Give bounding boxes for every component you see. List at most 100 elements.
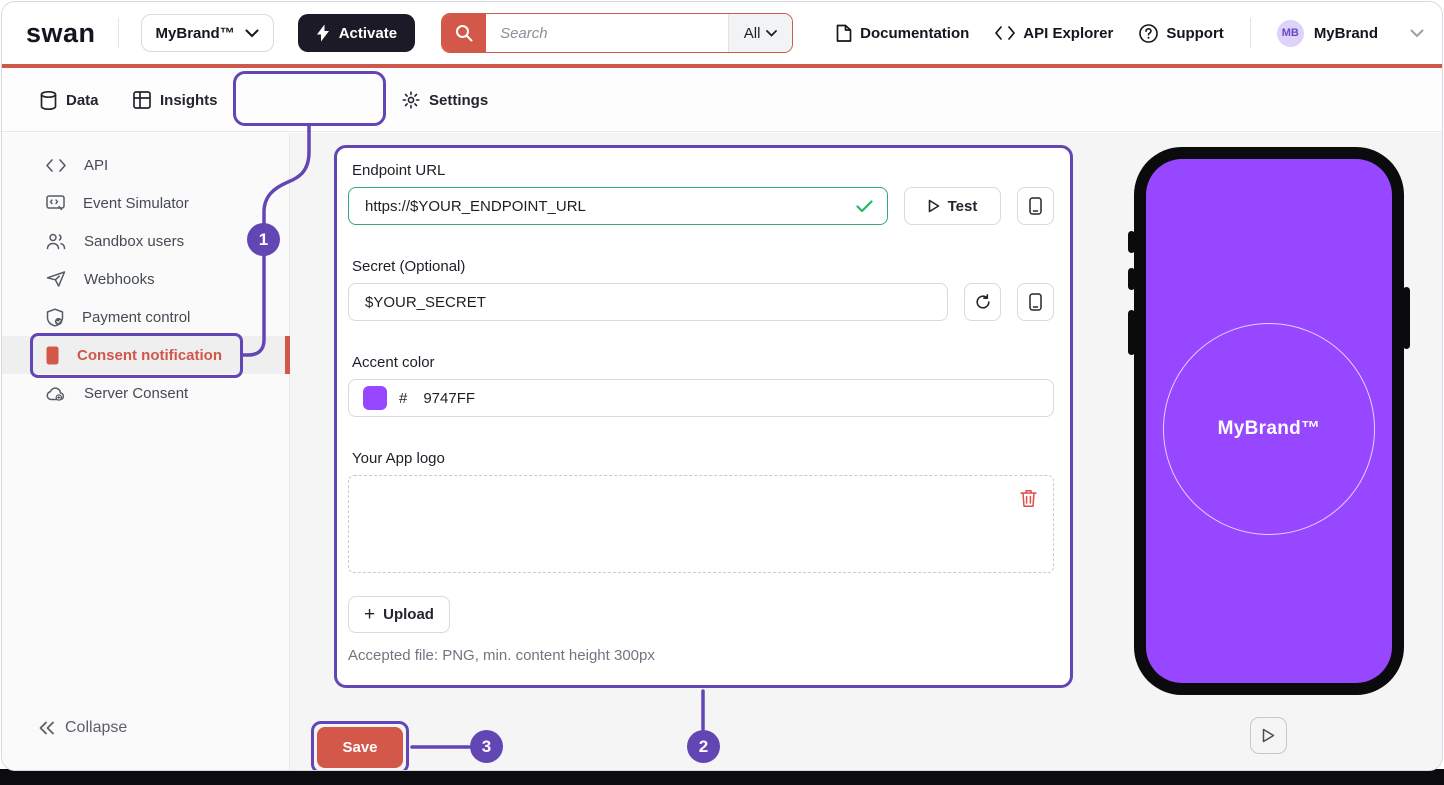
secret-field [348, 283, 948, 321]
api-explorer-link[interactable]: API Explorer [995, 25, 1113, 42]
header-divider [118, 18, 119, 48]
upload-logo-button[interactable]: + Upload [348, 596, 450, 633]
document-icon [836, 24, 852, 43]
preview-play-button[interactable] [1250, 717, 1287, 754]
endpoint-url-label: Endpoint URL [352, 162, 1054, 179]
sidebar-item-api[interactable]: API [2, 146, 290, 184]
header-divider [1250, 18, 1251, 48]
tab-data-label: Data [66, 92, 99, 109]
brand-selector[interactable]: MyBrand™ [141, 14, 274, 52]
help-icon [1139, 24, 1158, 43]
upload-button-label: Upload [383, 606, 434, 623]
documentation-link[interactable]: Documentation [836, 24, 969, 43]
collapse-label: Collapse [65, 719, 127, 737]
app-window: swan MyBrand™ Activate All [1, 1, 1443, 771]
collapse-sidebar-button[interactable]: Collapse [38, 719, 127, 737]
support-label: Support [1166, 25, 1224, 42]
cloud-icon [46, 386, 66, 401]
secret-input[interactable] [363, 293, 933, 312]
search-bar: All [441, 13, 793, 53]
sidebar-item-label: Consent notification [77, 347, 222, 364]
search-icon [455, 24, 473, 42]
consent-settings-panel: Endpoint URL Test [334, 145, 1073, 688]
play-icon [1262, 728, 1275, 743]
upload-hint: Accepted file: PNG, min. content height … [348, 647, 1054, 664]
search-filter-dropdown[interactable]: All [728, 14, 792, 52]
test-endpoint-button[interactable]: Test [904, 187, 1001, 225]
accent-color-input[interactable] [421, 389, 1039, 408]
app-logo-label: Your App logo [352, 450, 1054, 467]
copy-secret-button[interactable] [1017, 283, 1054, 321]
phone-side-button [1403, 287, 1410, 349]
double-chevron-left-icon [38, 721, 55, 735]
color-swatch[interactable] [363, 386, 387, 410]
phone-side-button [1128, 310, 1135, 355]
test-button-label: Test [948, 198, 978, 215]
secret-label: Secret (Optional) [352, 258, 1054, 275]
annotation-step-2: 2 [687, 730, 720, 763]
endpoint-url-input[interactable] [363, 197, 856, 216]
support-link[interactable]: Support [1139, 24, 1224, 43]
annotation-step-1: 1 [247, 223, 280, 256]
copy-icon [1029, 293, 1042, 311]
preview-brand-name: MyBrand™ [1218, 418, 1321, 440]
endpoint-url-field [348, 187, 888, 225]
swan-logo: swan [26, 18, 96, 49]
activate-label: Activate [339, 25, 397, 42]
main-nav: Data Insights Developers Settings Sandbo… [2, 68, 1442, 132]
secret-section: Secret (Optional) [348, 258, 1054, 321]
sidebar-item-server-consent[interactable]: Server Consent [2, 374, 290, 412]
sidebar-item-event-simulator[interactable]: Event Simulator [2, 184, 290, 222]
brand-selector-label: MyBrand™ [156, 25, 235, 42]
code-icon [995, 26, 1015, 40]
sidebar-item-label: Event Simulator [83, 195, 189, 212]
play-icon [928, 199, 940, 213]
api-explorer-label: API Explorer [1023, 25, 1113, 42]
activate-button[interactable]: Activate [298, 14, 415, 52]
sidebar-item-payment-control[interactable]: Payment control [2, 298, 290, 336]
search-filter-label: All [744, 25, 761, 42]
tab-insights[interactable]: Insights [133, 68, 218, 132]
account-name: MyBrand [1314, 25, 1378, 42]
search-button[interactable] [442, 14, 486, 52]
sidebar-item-label: Payment control [82, 309, 190, 326]
phone-screen-preview: MyBrand™ [1146, 159, 1392, 683]
annotation-step-3: 3 [470, 730, 503, 763]
copy-icon [1029, 197, 1042, 215]
tab-settings[interactable]: Settings [402, 68, 488, 132]
chevron-down-icon [245, 29, 259, 38]
sidebar-item-label: API [84, 157, 108, 174]
paper-plane-icon [46, 271, 66, 287]
avatar: MB [1277, 20, 1304, 47]
header-right-group: Documentation API Explorer Support MB My… [836, 18, 1424, 48]
gear-icon [402, 91, 420, 109]
phone-mockup: MyBrand™ [1134, 147, 1404, 695]
hash-prefix: # [399, 390, 407, 407]
search-input[interactable] [486, 14, 728, 52]
sidebar-item-webhooks[interactable]: Webhooks [2, 260, 290, 298]
logo-drop-area[interactable] [348, 475, 1054, 573]
save-annotation-box: Save [311, 721, 409, 771]
accent-color-section: Accent color # [348, 354, 1054, 417]
grid-icon [133, 91, 151, 109]
top-header: swan MyBrand™ Activate All [2, 2, 1442, 64]
chevron-down-icon [1410, 29, 1424, 38]
database-icon [40, 91, 57, 110]
users-icon [46, 233, 66, 250]
save-button[interactable]: Save [317, 727, 403, 768]
accent-color-label: Accent color [352, 354, 1054, 371]
documentation-label: Documentation [860, 25, 969, 42]
plus-icon: + [364, 604, 375, 626]
delete-logo-button[interactable] [1020, 489, 1037, 508]
event-simulator-icon [46, 195, 65, 211]
regenerate-secret-button[interactable] [964, 283, 1001, 321]
copy-endpoint-button[interactable] [1017, 187, 1054, 225]
app-logo-section: Your App logo + Upload Accepted file: PN… [348, 450, 1054, 664]
sidebar-item-consent-notification[interactable]: Consent notification [2, 336, 290, 374]
chevron-down-icon [766, 30, 777, 37]
account-menu[interactable]: MB MyBrand [1277, 20, 1424, 47]
tab-data[interactable]: Data [40, 68, 99, 132]
accent-color-field: # [348, 379, 1054, 417]
phone-side-button [1128, 268, 1135, 290]
main-content: Endpoint URL Test [290, 133, 1442, 770]
